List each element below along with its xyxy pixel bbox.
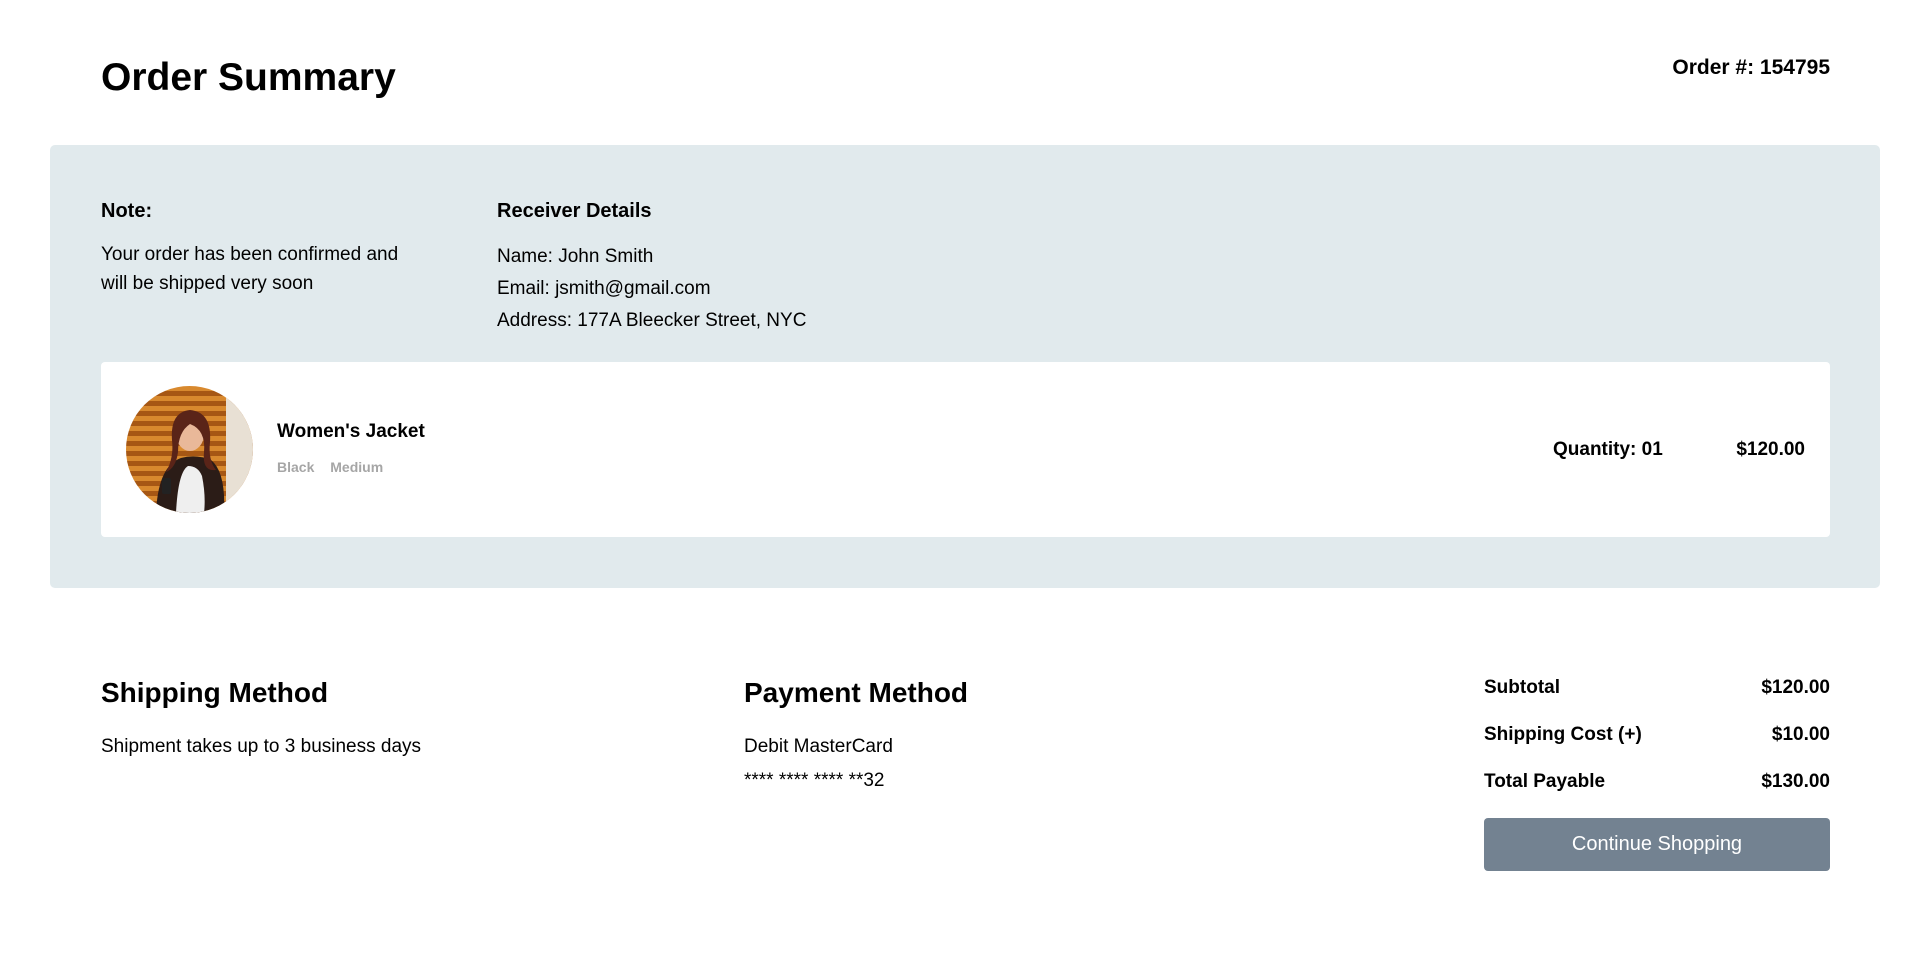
continue-shopping-button[interactable]: Continue Shopping bbox=[1484, 818, 1830, 871]
total-payable-row: Total Payable $130.00 bbox=[1484, 769, 1830, 816]
shipping-cost-row: Shipping Cost (+) $10.00 bbox=[1484, 722, 1830, 769]
payment-method-section: Payment Method Debit MasterCard **** ***… bbox=[744, 677, 968, 798]
order-summary-panel: Note: Your order has been confirmed and … bbox=[50, 145, 1880, 588]
note-heading: Note: bbox=[101, 200, 153, 222]
product-color: Black bbox=[277, 459, 315, 475]
product-name: Women's Jacket bbox=[277, 421, 425, 442]
product-size: Medium bbox=[330, 459, 384, 475]
order-item-card: Women's Jacket Black Medium Quantity: 01… bbox=[101, 362, 1830, 537]
note-section: Note: Your order has been confirmed and … bbox=[101, 200, 421, 298]
subtotal-label: Subtotal bbox=[1484, 677, 1560, 698]
payment-method-heading: Payment Method bbox=[744, 677, 969, 708]
order-totals: Subtotal $120.00 Shipping Cost (+) $10.0… bbox=[1484, 675, 1830, 871]
payment-card-number: **** **** **** **32 bbox=[744, 770, 885, 791]
total-payable-label: Total Payable bbox=[1484, 771, 1606, 792]
product-quantity: Quantity: 01 bbox=[1553, 439, 1663, 460]
shipping-cost-label: Shipping Cost (+) bbox=[1484, 724, 1642, 745]
product-variants: Black Medium bbox=[277, 459, 395, 475]
order-number: Order #: 154795 bbox=[1672, 56, 1830, 79]
shipping-method-section: Shipping Method Shipment takes up to 3 b… bbox=[101, 677, 421, 764]
note-text: Your order has been confirmed and will b… bbox=[101, 244, 399, 294]
product-price: $120.00 bbox=[1736, 439, 1805, 460]
subtotal-value: $120.00 bbox=[1761, 677, 1830, 698]
product-image bbox=[126, 386, 253, 513]
page-title: Order Summary bbox=[101, 56, 396, 99]
receiver-name: Name: John Smith bbox=[497, 246, 654, 267]
receiver-address: Address: 177A Bleecker Street, NYC bbox=[497, 310, 807, 331]
shipping-method-text: Shipment takes up to 3 business days bbox=[101, 736, 422, 757]
receiver-email: Email: jsmith@gmail.com bbox=[497, 278, 711, 299]
payment-card-type: Debit MasterCard bbox=[744, 736, 893, 757]
subtotal-row: Subtotal $120.00 bbox=[1484, 675, 1830, 722]
shipping-cost-value: $10.00 bbox=[1771, 724, 1830, 745]
receiver-details-heading: Receiver Details bbox=[497, 200, 652, 222]
shipping-method-heading: Shipping Method bbox=[101, 677, 329, 708]
total-payable-value: $130.00 bbox=[1761, 771, 1830, 792]
receiver-details-section: Receiver Details Name: John Smith Email:… bbox=[497, 200, 806, 337]
